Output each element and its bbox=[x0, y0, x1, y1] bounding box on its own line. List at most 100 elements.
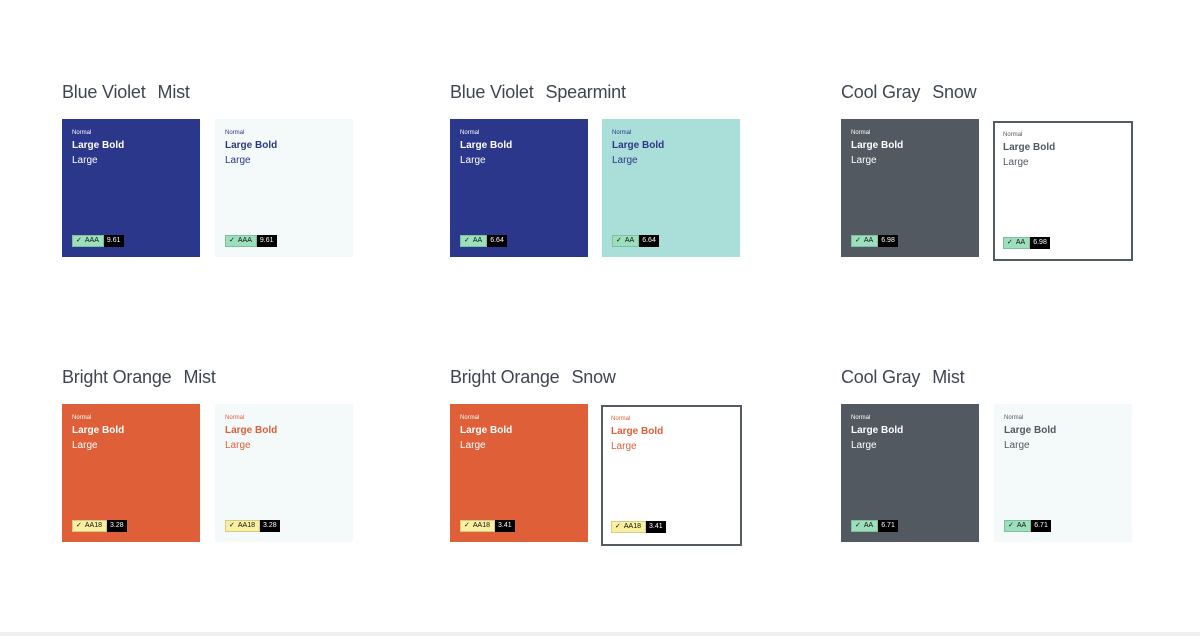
color-name-primary: Bright Orange bbox=[62, 367, 172, 387]
sample-large-text: Large bbox=[225, 155, 251, 166]
color-name-primary: Blue Violet bbox=[450, 82, 534, 102]
sample-normal-text: Normal bbox=[225, 415, 245, 421]
sample-large-text: Large bbox=[460, 155, 486, 166]
sample-large-bold-text: Large Bold bbox=[612, 140, 665, 151]
check-icon: ✓ bbox=[855, 237, 861, 244]
sample-large-bold-text: Large Bold bbox=[72, 425, 125, 436]
contrast-ratio: 3.41 bbox=[646, 521, 666, 533]
color-name-secondary: Spearmint bbox=[545, 82, 626, 102]
contrast-ratio: 6.64 bbox=[639, 235, 659, 247]
wcag-level-badge: ✓ AA18 bbox=[611, 521, 646, 533]
sample-large-bold-text: Large Bold bbox=[225, 425, 278, 436]
sample-large-bold-text: Large Bold bbox=[611, 426, 664, 437]
sample-large-text: Large bbox=[72, 155, 98, 166]
color-name-primary: Cool Gray bbox=[841, 82, 921, 102]
sample-large-bold-text: Large Bold bbox=[225, 140, 278, 151]
contrast-ratio: 6.64 bbox=[487, 235, 507, 247]
color-pair-cool-gray-snow: Cool Gray Snow Normal Large Bold Large ✓ A… bbox=[841, 82, 1141, 262]
wcag-level: AA bbox=[472, 237, 483, 244]
wcag-level: AA18 bbox=[623, 523, 641, 530]
check-icon: ✓ bbox=[1008, 522, 1014, 529]
sample-large-bold-text: Large Bold bbox=[72, 140, 125, 151]
wcag-level-badge: ✓ AA bbox=[1003, 237, 1031, 249]
sample-large-text: Large bbox=[225, 440, 251, 451]
wcag-level-badge: ✓ AA bbox=[851, 520, 879, 532]
sample-large-bold-text: Large Bold bbox=[1004, 425, 1057, 436]
color-pair-bright-orange-mist: Bright Orange Mist Normal Large Bold Larg… bbox=[62, 367, 362, 547]
sample-normal-text: Normal bbox=[851, 130, 871, 136]
check-icon: ✓ bbox=[1007, 239, 1013, 246]
pair-title: Bright Orange Mist bbox=[62, 367, 216, 391]
sample-large-text: Large bbox=[611, 441, 637, 452]
contrast-badge: ✓ AA18 3.41 bbox=[611, 521, 666, 533]
swatch-mist: Normal Large Bold Large ✓ AAA 9.61 bbox=[215, 119, 353, 257]
color-name-primary: Blue Violet bbox=[62, 82, 146, 102]
sample-normal-text: Normal bbox=[72, 130, 92, 136]
sample-large-text: Large bbox=[612, 155, 638, 166]
sample-normal-text: Normal bbox=[460, 130, 480, 136]
sample-normal-text: Normal bbox=[460, 415, 480, 421]
contrast-badge: ✓ AA 6.64 bbox=[460, 235, 507, 247]
pair-title: Blue Violet Spearmint bbox=[450, 82, 626, 106]
sample-normal-text: Normal bbox=[612, 130, 632, 136]
wcag-level: AA bbox=[1015, 239, 1026, 246]
wcag-level-badge: ✓ AA bbox=[460, 235, 488, 247]
color-name-secondary: Snow bbox=[571, 367, 616, 387]
check-icon: ✓ bbox=[615, 523, 621, 530]
swatch-snow: Normal Large Bold Large ✓ AA 6.98 bbox=[993, 121, 1133, 261]
pair-title: Bright Orange Snow bbox=[450, 367, 616, 391]
color-pair-blue-violet-mist: Blue Violet Mist Normal Large Bold Large … bbox=[62, 82, 362, 262]
sample-large-text: Large bbox=[460, 440, 486, 451]
wcag-level: AA18 bbox=[472, 522, 490, 529]
contrast-ratio: 3.28 bbox=[107, 520, 127, 532]
swatch-blue-violet: Normal Large Bold Large ✓ AAA 9.61 bbox=[62, 119, 200, 257]
check-icon: ✓ bbox=[76, 522, 82, 529]
contrast-badge: ✓ AAA 9.61 bbox=[225, 235, 277, 247]
color-name-secondary: Mist bbox=[183, 367, 216, 387]
wcag-level-badge: ✓ AA bbox=[612, 235, 640, 247]
sample-normal-text: Normal bbox=[1004, 415, 1024, 421]
sample-large-text: Large bbox=[1003, 157, 1029, 168]
wcag-level: AAA bbox=[84, 237, 99, 244]
contrast-badge: ✓ AA 6.98 bbox=[1003, 237, 1050, 249]
color-pair-cool-gray-mist: Cool Gray Mist Normal Large Bold Large ✓ A… bbox=[841, 367, 1141, 547]
swatch-bright-orange: Normal Large Bold Large ✓ AA18 3.41 bbox=[450, 404, 588, 542]
check-icon: ✓ bbox=[76, 237, 82, 244]
sample-large-text: Large bbox=[1004, 440, 1030, 451]
pair-title: Blue Violet Mist bbox=[62, 82, 190, 106]
color-pair-blue-violet-spearmint: Blue Violet Spearmint Normal Large Bold L… bbox=[450, 82, 750, 262]
swatch-spearmint: Normal Large Bold Large ✓ AA 6.64 bbox=[602, 119, 740, 257]
contrast-ratio: 6.98 bbox=[1030, 237, 1050, 249]
check-icon: ✓ bbox=[229, 522, 235, 529]
sample-normal-text: Normal bbox=[1003, 132, 1023, 138]
swatch-cool-gray: Normal Large Bold Large ✓ AA 6.71 bbox=[841, 404, 979, 542]
color-pair-bright-orange-snow: Bright Orange Snow Normal Large Bold Larg… bbox=[450, 367, 750, 547]
contrast-ratio: 9.61 bbox=[256, 235, 277, 247]
sample-large-bold-text: Large Bold bbox=[460, 140, 513, 151]
wcag-level-badge: ✓ AA bbox=[851, 235, 879, 247]
wcag-level: AA18 bbox=[237, 522, 255, 529]
wcag-level-badge: ✓ AA18 bbox=[460, 520, 495, 532]
wcag-level-badge: ✓ AAA bbox=[225, 235, 257, 247]
contrast-ratio: 6.98 bbox=[878, 235, 898, 247]
contrast-badge: ✓ AA 6.98 bbox=[851, 235, 898, 247]
wcag-level: AA bbox=[624, 237, 635, 244]
swatch-mist: Normal Large Bold Large ✓ AA 6.71 bbox=[994, 404, 1132, 542]
pair-title: Cool Gray Snow bbox=[841, 82, 977, 106]
contrast-badge: ✓ AA 6.64 bbox=[612, 235, 659, 247]
contrast-badge: ✓ AAA 9.61 bbox=[72, 235, 124, 247]
check-icon: ✓ bbox=[855, 522, 861, 529]
color-name-primary: Cool Gray bbox=[841, 367, 921, 387]
wcag-level-badge: ✓ AA18 bbox=[72, 520, 107, 532]
check-icon: ✓ bbox=[229, 237, 235, 244]
wcag-level-badge: ✓ AAA bbox=[72, 235, 104, 247]
wcag-level: AA bbox=[1016, 522, 1027, 529]
wcag-level-badge: ✓ AA bbox=[1004, 520, 1032, 532]
contrast-ratio: 3.41 bbox=[495, 520, 515, 532]
check-icon: ✓ bbox=[464, 522, 470, 529]
color-name-primary: Bright Orange bbox=[450, 367, 560, 387]
contrast-badge: ✓ AA 6.71 bbox=[851, 520, 898, 532]
sample-large-text: Large bbox=[851, 440, 877, 451]
sample-large-text: Large bbox=[72, 440, 98, 451]
contrast-badge: ✓ AA18 3.28 bbox=[225, 520, 280, 532]
